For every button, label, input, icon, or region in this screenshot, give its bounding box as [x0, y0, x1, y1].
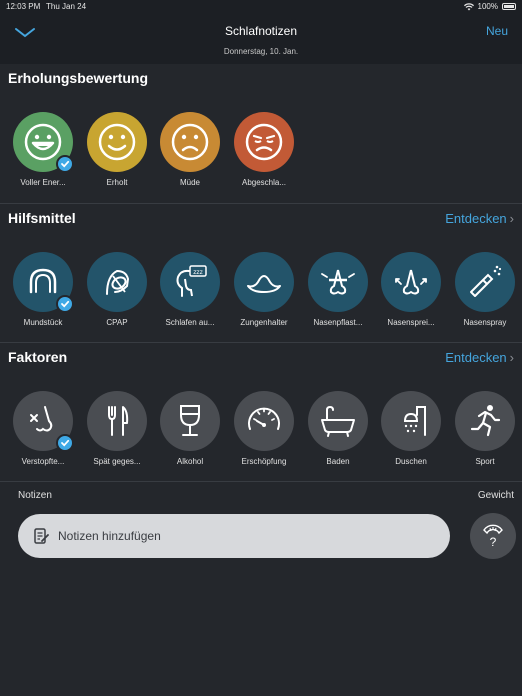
aid-item-label: Nasenpflast... — [313, 318, 363, 327]
factor-item-label: Verstopfte... — [21, 457, 65, 466]
chevron-right-icon: › — [509, 350, 514, 365]
factors-discover-label: Entdecken — [445, 350, 507, 365]
nav-bar: Schlafnotizen Donnerstag, 10. Jan. Neu — [0, 14, 522, 64]
smiling-face-icon — [87, 112, 147, 172]
aid-item-label: Mundstück — [23, 318, 63, 327]
factors-discover-link[interactable]: Entdecken › — [445, 350, 514, 365]
check-icon — [56, 434, 74, 452]
recovery-item-label: Voller Ener... — [20, 178, 66, 187]
weight-button[interactable]: ? — [470, 513, 516, 559]
recovery-item-label: Erholt — [106, 178, 128, 187]
factor-item-alcohol[interactable]: Alkohol — [157, 391, 223, 466]
cpap-icon — [87, 252, 147, 312]
divider — [0, 203, 522, 204]
weight-value: ? — [490, 535, 497, 549]
recovery-item-label: Müde — [179, 178, 200, 187]
gauge-icon — [234, 391, 294, 451]
aid-item-mouthguard[interactable]: Mundstück — [10, 252, 76, 327]
nasal-strip-icon — [308, 252, 368, 312]
notes-label: Notizen — [18, 490, 52, 501]
weight-label: Gewicht — [477, 490, 514, 501]
check-icon — [56, 295, 74, 313]
recovery-item-full-energy[interactable]: Voller Ener... — [10, 112, 76, 187]
sleep-head-icon: zzz — [160, 252, 220, 312]
factor-item-sport[interactable]: Sport — [452, 391, 518, 466]
notes-input[interactable]: Notizen hinzufügen — [18, 514, 450, 558]
aid-item-label: Nasensprei... — [387, 318, 435, 327]
running-icon — [455, 391, 515, 451]
factor-item-exhaustion[interactable]: Erschöpfung — [231, 391, 297, 466]
note-edit-icon — [34, 528, 49, 544]
grinning-face-icon — [13, 112, 74, 173]
chevron-right-icon: › — [509, 211, 514, 226]
factor-item-label: Baden — [326, 457, 350, 466]
divider — [0, 481, 522, 482]
new-button[interactable]: Neu — [486, 24, 508, 38]
nasal-spray-icon — [455, 252, 515, 312]
aids-discover-label: Entdecken — [445, 211, 507, 226]
mouthguard-icon — [13, 252, 74, 313]
recovery-item-tired[interactable]: Müde — [157, 112, 223, 187]
congested-nose-icon — [13, 391, 74, 452]
factor-item-shower[interactable]: Duschen — [378, 391, 444, 466]
factor-item-label: Sport — [475, 457, 495, 466]
tongue-holder-icon — [234, 252, 294, 312]
check-icon — [56, 155, 74, 173]
aid-item-label: Nasenspray — [463, 318, 507, 327]
divider — [0, 342, 522, 343]
aid-item-nasal-dilator[interactable]: Nasensprei... — [378, 252, 444, 327]
factor-item-late-meal[interactable]: Spät geges... — [84, 391, 150, 466]
wifi-icon — [463, 2, 474, 11]
page-subtitle: Donnerstag, 10. Jan. — [223, 47, 299, 56]
recovery-item-rested[interactable]: Erholt — [84, 112, 150, 187]
status-time: 12:03 PM — [6, 2, 41, 11]
aid-item-cpap[interactable]: CPAP — [84, 252, 150, 327]
notes-placeholder: Notizen hinzufügen — [58, 529, 161, 543]
fork-knife-icon — [87, 391, 147, 451]
aids-title: Hilfsmittel — [8, 210, 76, 226]
battery-icon — [502, 3, 516, 10]
recovery-item-label: Abgeschla... — [241, 178, 287, 187]
status-bar: 12:03 PM Thu Jan 24 100% — [0, 0, 522, 14]
aid-item-nasal-spray[interactable]: Nasenspray — [452, 252, 518, 327]
aid-item-nasal-strip[interactable]: Nasenpflast... — [305, 252, 371, 327]
aid-item-tongue-holder[interactable]: Zungenhalter — [231, 252, 297, 327]
factor-item-congested[interactable]: Verstopfte... — [10, 391, 76, 466]
factor-item-bath[interactable]: Baden — [305, 391, 371, 466]
nasal-dilator-icon — [381, 252, 441, 312]
exhausted-face-icon — [234, 112, 294, 172]
bathtub-icon — [308, 391, 368, 451]
aids-discover-link[interactable]: Entdecken › — [445, 211, 514, 226]
factor-item-label: Erschöpfung — [241, 457, 287, 466]
recovery-item-exhausted[interactable]: Abgeschla... — [231, 112, 297, 187]
factor-item-label: Alkohol — [176, 457, 204, 466]
svg-text:zzz: zzz — [193, 269, 202, 276]
recovery-title: Erholungsbewertung — [8, 70, 148, 86]
factors-title: Faktoren — [8, 349, 68, 365]
sad-face-icon — [160, 112, 220, 172]
status-date: Thu Jan 24 — [46, 2, 87, 11]
factor-item-label: Spät geges... — [93, 457, 141, 466]
aid-item-sleep-position[interactable]: zzz Schlafen au... — [157, 252, 223, 327]
factor-item-label: Duschen — [395, 457, 427, 466]
status-right: 100% — [463, 2, 516, 11]
aid-item-label: Schlafen au... — [165, 318, 215, 327]
scale-icon: ? — [483, 524, 503, 549]
wine-glass-icon — [160, 391, 220, 451]
page-title: Schlafnotizen — [224, 24, 298, 38]
aid-item-label: CPAP — [106, 318, 128, 327]
aid-item-label: Zungenhalter — [240, 318, 288, 327]
shower-icon — [381, 391, 441, 451]
battery-percent: 100% — [477, 2, 498, 11]
